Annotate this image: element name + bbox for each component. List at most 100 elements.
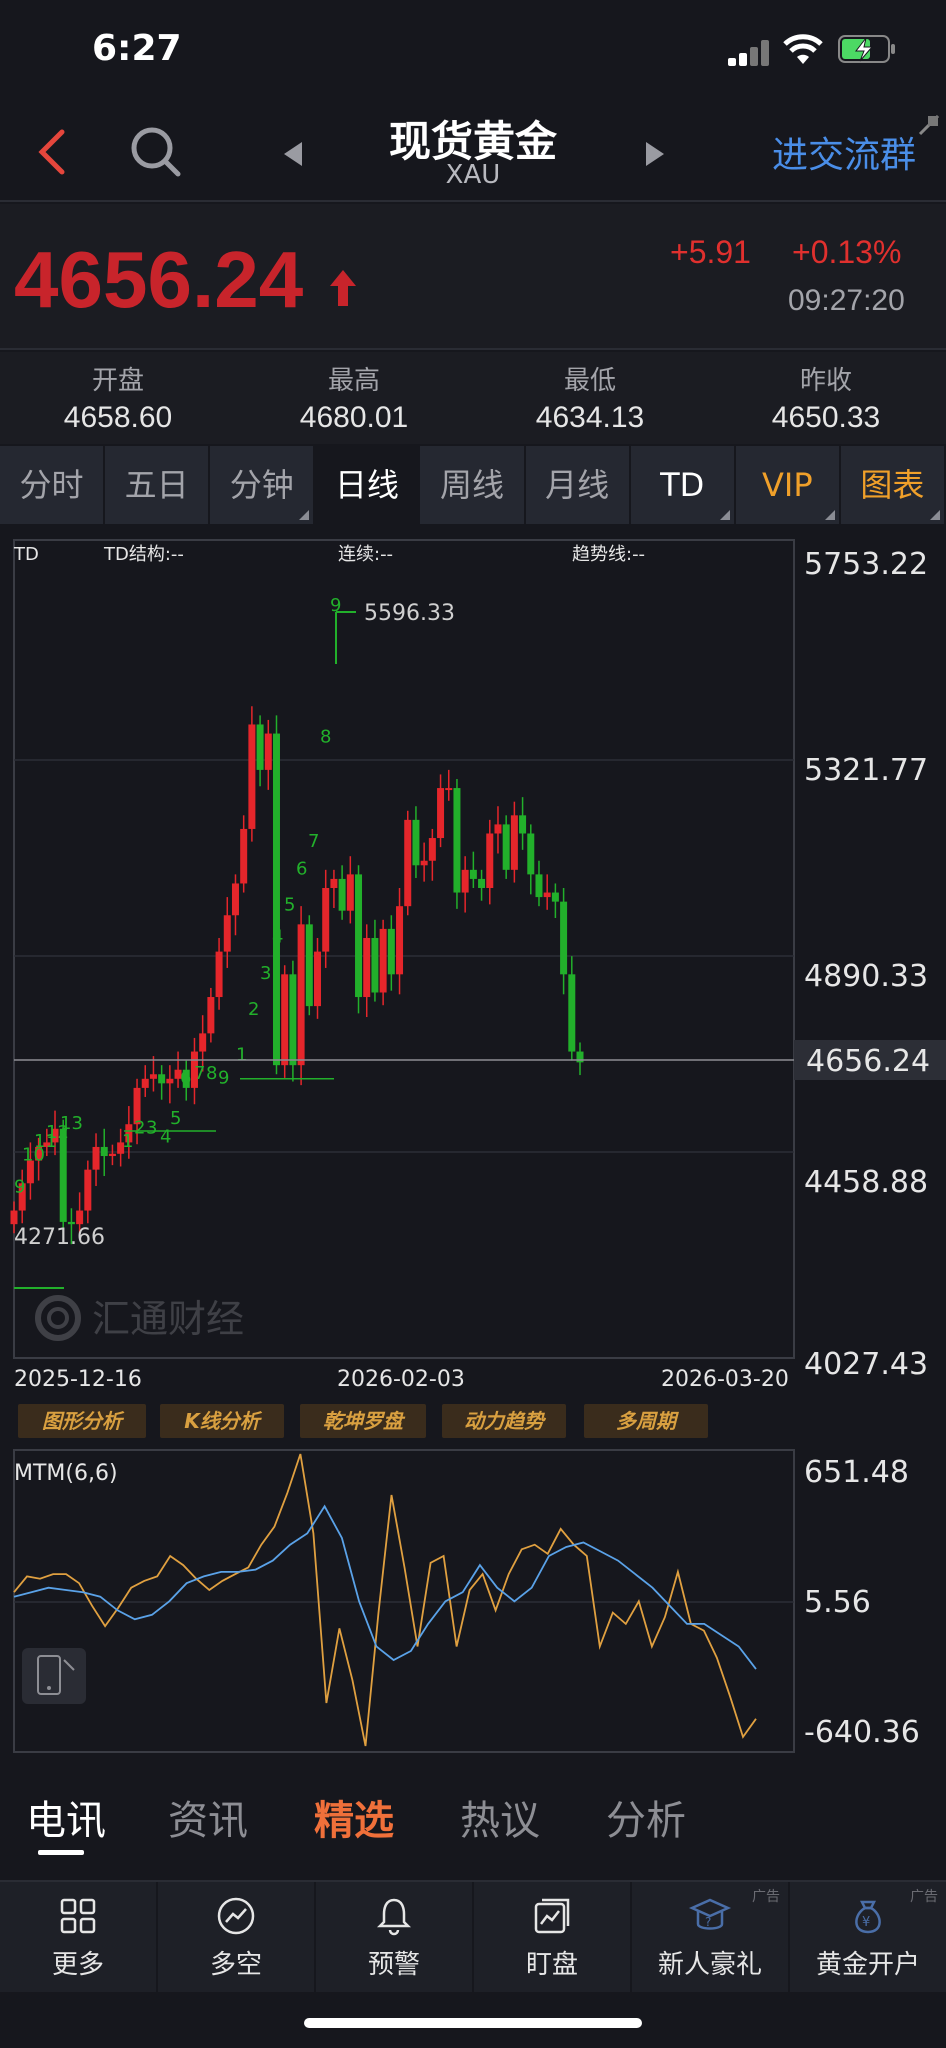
y-axis-label: 5753.22 <box>804 547 928 582</box>
candle-body <box>330 878 338 889</box>
candle-body <box>346 874 354 911</box>
td-count-label: 8 <box>320 727 331 748</box>
candle-body <box>494 824 502 834</box>
candle-body <box>76 1210 84 1225</box>
grid-lines <box>14 759 794 1153</box>
svg-text:¥: ¥ <box>862 1915 870 1930</box>
candle-body <box>412 819 420 866</box>
watch-market-button[interactable]: 盯盘 <box>474 1882 632 1992</box>
pattern-analysis-button[interactable]: 图形分析 <box>18 1404 146 1438</box>
candle-body <box>387 928 395 975</box>
tab-monthly[interactable]: 月线 <box>525 446 631 524</box>
bottom-action-bar: 更多 多空 预警 盯盘 广告 ? 新人豪礼 广告 ¥ 黄金开户 <box>0 1880 946 1992</box>
candle-body <box>396 906 404 975</box>
money-bag-icon: ¥ <box>855 1900 881 1934</box>
candle-body <box>437 788 445 839</box>
candle-body <box>560 901 568 975</box>
x-axis-label: 2026-02-03 <box>337 1367 465 1392</box>
tab-articles[interactable]: 资讯 <box>168 1788 248 1846</box>
tab-chart-type[interactable]: 图表 <box>840 446 946 524</box>
active-tab-underline <box>38 1850 84 1855</box>
current-price: 4656.24 <box>14 235 304 324</box>
stat-value: 4680.01 <box>299 401 409 434</box>
y-axis-label: 4890.33 <box>804 959 928 994</box>
momentum-trend-button[interactable]: 动力趋势 <box>442 1404 566 1438</box>
multi-period-button[interactable]: 多周期 <box>584 1404 708 1438</box>
tab-weekly[interactable]: 周线 <box>420 446 526 524</box>
back-icon[interactable] <box>30 124 78 180</box>
tab-discussion[interactable]: 热议 <box>460 1788 540 1846</box>
dropdown-corner-icon <box>299 510 310 520</box>
y-axis-label: 4027.43 <box>804 1347 928 1382</box>
low-price-label: 4271.66 <box>14 1225 105 1250</box>
bell-icon <box>376 1898 412 1936</box>
td-count-label: 5 <box>170 1108 181 1129</box>
td-count-label: 6 <box>296 858 307 879</box>
td-count-label: 13 <box>60 1113 83 1134</box>
td-count-label: 2 <box>248 999 259 1020</box>
candle-body <box>248 724 256 829</box>
candle-body <box>502 824 510 870</box>
alert-button[interactable]: 预警 <box>316 1882 474 1992</box>
tab-news-flash[interactable]: 电讯 <box>26 1788 106 1846</box>
join-group-link[interactable]: 进交流群 <box>772 126 916 178</box>
chart-area[interactable]: 9 10 11 12 13 1 2 3 4 5 6 7 8 9 1 2 3 4 5 6 7 8 9 TD TD结构:-- 连… <box>0 530 946 1400</box>
candle-body <box>404 819 412 907</box>
svg-text:?: ? <box>705 1915 711 1929</box>
newcomer-gift-button[interactable]: 广告 ? 新人豪礼 <box>632 1882 790 1992</box>
mtm-ma-line <box>13 1504 757 1670</box>
tab-five-day[interactable]: 五日 <box>105 446 211 524</box>
dropdown-corner-icon <box>824 510 835 520</box>
tab-featured[interactable]: 精选 <box>314 1788 394 1846</box>
candle-body <box>428 838 436 861</box>
screen-rotate-icon[interactable] <box>22 1648 86 1704</box>
gold-account-button[interactable]: 广告 ¥ 黄金开户 <box>790 1882 946 1992</box>
candle-body <box>551 892 559 902</box>
candle-body <box>379 928 387 993</box>
tab-minute[interactable]: 分钟 <box>210 446 316 524</box>
bottom-label: 新人豪礼 <box>657 1950 762 1980</box>
indicator-y-label: 5.56 <box>804 1585 871 1620</box>
td-count-label: 1 <box>122 1131 133 1152</box>
kline-chart[interactable]: 91011121312 3 456 7 8 9123456789 TD TD结构:-- 连… <box>0 530 946 1400</box>
tab-td[interactable]: TD <box>630 446 736 524</box>
candle-body <box>207 997 215 1034</box>
quote-panel: 4656.24 +5.91 +0.13% 09:27:20 <box>0 204 946 350</box>
next-instrument-icon[interactable] <box>644 140 668 168</box>
candle-body <box>240 828 248 884</box>
tab-label: 图表 <box>860 466 925 504</box>
tab-intraday[interactable]: 分时 <box>0 446 106 524</box>
wifi-icon <box>783 34 823 64</box>
td-count-label: 1 <box>236 1045 247 1066</box>
tab-analysis[interactable]: 分析 <box>606 1788 686 1846</box>
mtm-line <box>13 1453 757 1747</box>
long-short-button[interactable]: 多空 <box>158 1882 316 1992</box>
compass-button[interactable]: 乾坤罗盘 <box>300 1404 426 1438</box>
candle-body <box>568 974 576 1052</box>
candle-body <box>478 878 486 889</box>
td-count-label: 9 <box>14 1176 25 1197</box>
td-count-label: 6 <box>180 1067 191 1088</box>
ad-tag: 广告 <box>752 1889 780 1905</box>
td-sequence-numbers: 91011121312 3 456 7 8 9123456789 <box>14 595 341 1197</box>
search-icon[interactable] <box>128 124 184 180</box>
candle-body <box>166 1078 174 1084</box>
instrument-code: XAU <box>445 160 501 190</box>
x-axis-label: 2026-03-20 <box>661 1367 789 1392</box>
candle-body <box>445 788 453 791</box>
stat-value: 4658.60 <box>63 401 173 434</box>
tab-daily[interactable]: 日线 <box>315 446 421 524</box>
mtm-indicator-panel[interactable]: MTM(6,6) 651.48 5.56 -640.36 <box>0 1446 946 1766</box>
candle-body <box>535 874 543 898</box>
tab-vip[interactable]: VIP <box>735 446 841 524</box>
kline-analysis-button[interactable]: K线分析 <box>160 1404 284 1438</box>
candle-body <box>199 1033 207 1052</box>
watermark-logo-icon <box>35 1295 81 1341</box>
tab-label: VIP <box>762 466 813 504</box>
candle-body <box>355 874 363 998</box>
watermark: 汇通财经 <box>35 1295 244 1341</box>
more-button[interactable]: 更多 <box>0 1882 158 1992</box>
status-bar: 6:27 <box>0 0 946 100</box>
prev-instrument-icon[interactable] <box>280 140 304 168</box>
candle-body <box>510 815 518 870</box>
